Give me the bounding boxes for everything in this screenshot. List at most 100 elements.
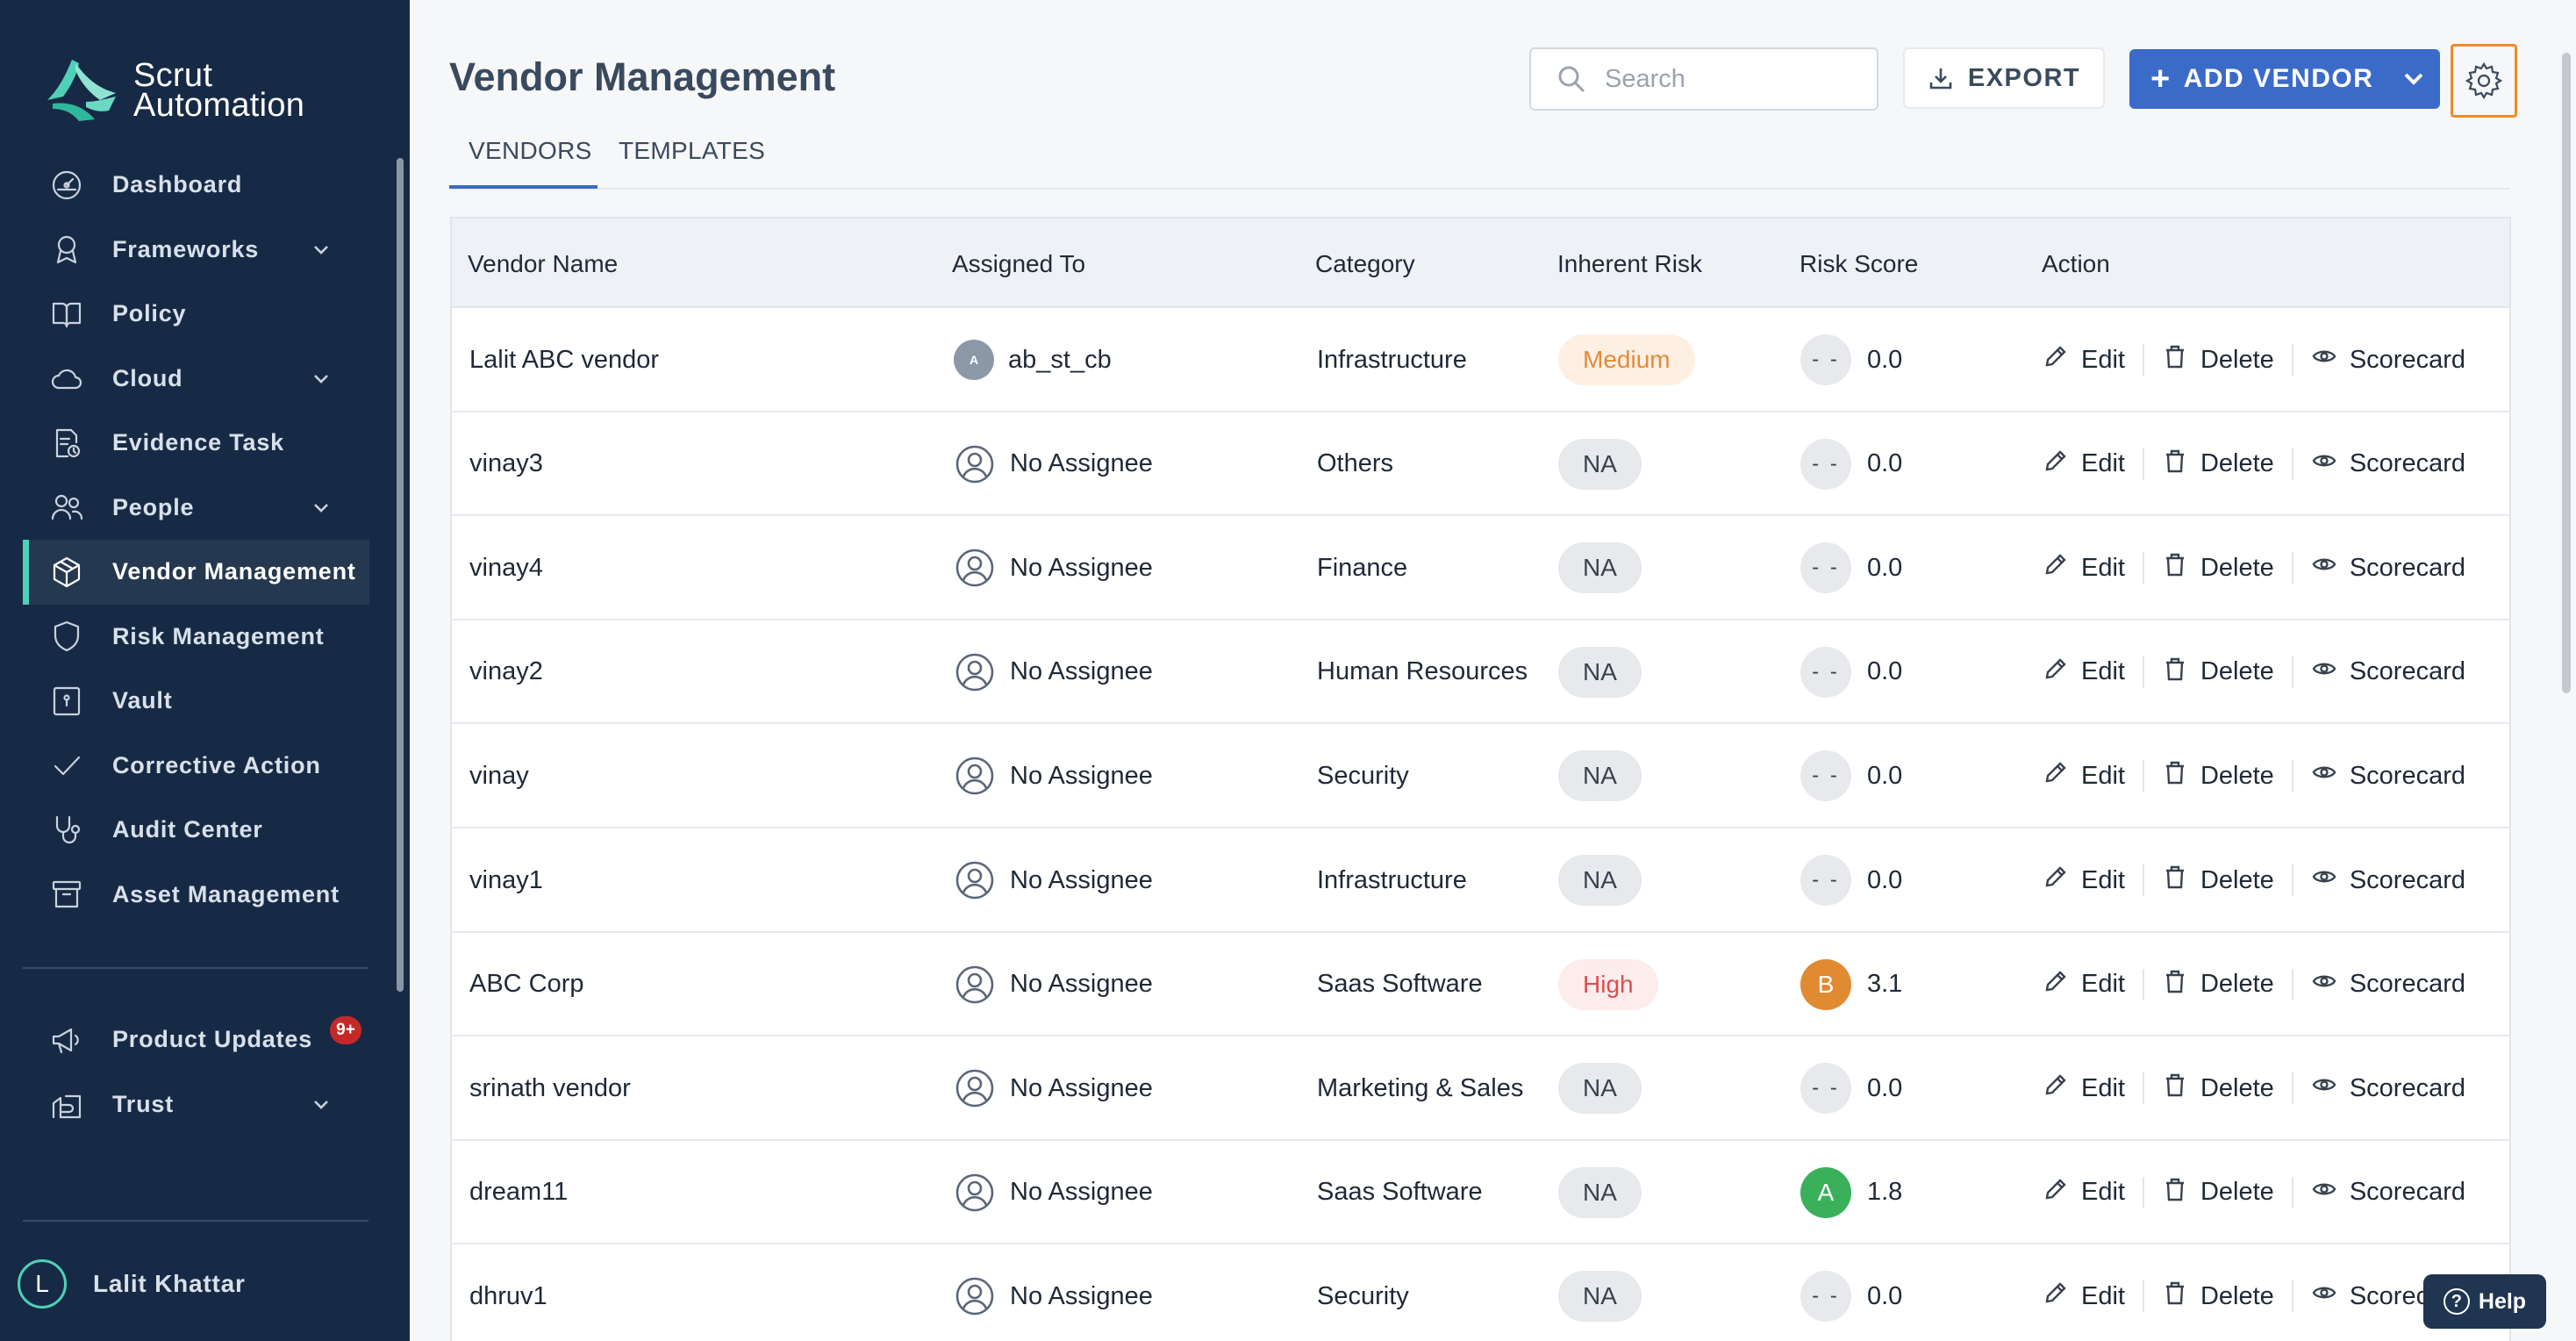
chevron-down-icon[interactable] <box>310 497 333 520</box>
assigned-to[interactable]: No Assignee <box>954 620 1153 724</box>
delete-button[interactable]: Delete <box>2162 1072 2274 1105</box>
delete-label: Delete <box>2200 553 2274 582</box>
edit-button[interactable]: Edit <box>2043 551 2125 584</box>
delete-button[interactable]: Delete <box>2162 656 2274 689</box>
add-vendor-button[interactable]: + ADD VENDOR <box>2129 49 2440 109</box>
vendor-name[interactable]: dhruv1 <box>469 1244 547 1341</box>
delete-button[interactable]: Delete <box>2162 1280 2274 1313</box>
scorecard-button[interactable]: Scorecard <box>2311 551 2465 584</box>
chevron-down-icon[interactable] <box>310 239 333 262</box>
sidebar-item-vendor-management[interactable]: Vendor Management <box>23 540 369 605</box>
edit-button[interactable]: Edit <box>2043 656 2125 689</box>
edit-button[interactable]: Edit <box>2043 448 2125 481</box>
sidebar-item-corrective-action[interactable]: Corrective Action <box>23 734 369 799</box>
column-vendor-name[interactable]: Vendor Name <box>468 250 618 278</box>
table-row[interactable]: ABC Corp No Assignee Saas Software High B 3.1… <box>452 933 2509 1037</box>
tab-vendors[interactable]: VENDORS <box>469 137 592 165</box>
sidebar-bottom-nav: Product Updates Trust <box>23 1008 369 1137</box>
sidebar-item-product-updates[interactable]: Product Updates <box>23 1008 369 1072</box>
page-scrollbar[interactable] <box>2562 53 2571 693</box>
brand-logo[interactable]: Scrut Automation <box>46 58 304 123</box>
scorecard-button[interactable]: Scorecard <box>2311 1072 2465 1105</box>
assigned-to[interactable]: No Assignee <box>954 516 1153 620</box>
table-row[interactable]: Lalit ABC vendor Aab_st_cb Infrastructure M… <box>452 308 2509 412</box>
delete-button[interactable]: Delete <box>2162 968 2274 1001</box>
sidebar-item-audit-center[interactable]: Audit Center <box>23 798 369 863</box>
scorecard-button[interactable]: Scorecard <box>2311 968 2465 1001</box>
assigned-to[interactable]: No Assignee <box>954 1141 1153 1244</box>
delete-button[interactable]: Delete <box>2162 551 2274 584</box>
table-row[interactable]: vinay4 No Assignee Finance NA - - 0.0 Edit Dele… <box>452 516 2509 620</box>
scorecard-button[interactable]: Scorecard <box>2311 1176 2465 1209</box>
settings-button[interactable] <box>2451 44 2517 118</box>
vendor-name[interactable]: vinay2 <box>469 620 543 724</box>
column-risk-score[interactable]: Risk Score <box>1800 250 1918 278</box>
scorecard-button[interactable]: Scorecard <box>2311 343 2465 376</box>
edit-button[interactable]: Edit <box>2043 1280 2125 1313</box>
edit-button[interactable]: Edit <box>2043 759 2125 792</box>
vendor-name[interactable]: vinay4 <box>469 516 543 620</box>
user-profile[interactable]: L Lalit Khattar <box>18 1259 246 1309</box>
export-button[interactable]: EXPORT <box>1903 47 2105 109</box>
assigned-to[interactable]: No Assignee <box>954 1036 1153 1140</box>
brand-name-line1: Scrut <box>133 57 213 94</box>
delete-button[interactable]: Delete <box>2162 1176 2274 1209</box>
edit-button[interactable]: Edit <box>2043 343 2125 376</box>
assigned-to[interactable]: No Assignee <box>954 1244 1153 1341</box>
edit-button[interactable]: Edit <box>2043 1072 2125 1105</box>
sidebar-item-risk-management[interactable]: Risk Management <box>23 605 369 670</box>
table-row[interactable]: dhruv1 No Assignee Security NA - - 0.0 Edit Del… <box>452 1244 2509 1341</box>
sidebar-item-trust[interactable]: Trust <box>23 1072 369 1137</box>
delete-button[interactable]: Delete <box>2162 759 2274 792</box>
edit-button[interactable]: Edit <box>2043 968 2125 1001</box>
sidebar-item-policy[interactable]: Policy <box>23 282 369 347</box>
sidebar-item-cloud[interactable]: Cloud <box>23 347 369 412</box>
scorecard-button[interactable]: Scorecard <box>2311 448 2465 481</box>
table-row[interactable]: dream11 No Assignee Saas Software NA A 1.8 Edi… <box>452 1141 2509 1245</box>
add-vendor-dropdown[interactable] <box>2387 49 2440 109</box>
chevron-down-icon[interactable] <box>310 1094 333 1116</box>
vendor-name[interactable]: vinay3 <box>469 412 543 516</box>
sidebar-item-vault[interactable]: Vault <box>23 669 369 734</box>
search-box[interactable] <box>1529 47 1878 111</box>
edit-button[interactable]: Edit <box>2043 864 2125 897</box>
delete-button[interactable]: Delete <box>2162 448 2274 481</box>
search-input[interactable] <box>1605 64 1868 94</box>
assigned-to[interactable]: No Assignee <box>954 724 1153 828</box>
tab-templates[interactable]: TEMPLATES <box>619 137 765 165</box>
risk-score: - - 0.0 <box>1800 1244 1902 1341</box>
column-inherent-risk[interactable]: Inherent Risk <box>1557 250 1702 278</box>
delete-button[interactable]: Delete <box>2162 864 2274 897</box>
table-row[interactable]: vinay1 No Assignee Infrastructure NA - - 0.0 E… <box>452 828 2509 933</box>
sidebar-item-frameworks[interactable]: Frameworks <box>23 218 369 283</box>
chevron-down-icon[interactable] <box>310 368 333 391</box>
scorecard-button[interactable]: Scorecard <box>2311 864 2465 897</box>
table-row[interactable]: vinay3 No Assignee Others NA - - 0.0 Edit Delet… <box>452 412 2509 517</box>
delete-button[interactable]: Delete <box>2162 343 2274 376</box>
sidebar-item-evidence-task[interactable]: Evidence Task <box>23 411 369 476</box>
vendor-name[interactable]: srinath vendor <box>469 1036 631 1140</box>
cube-icon <box>49 555 84 590</box>
scorecard-button[interactable]: Scorecard <box>2311 656 2465 689</box>
edit-button[interactable]: Edit <box>2043 1176 2125 1209</box>
column-category[interactable]: Category <box>1315 250 1415 278</box>
table-row[interactable]: srinath vendor No Assignee Marketing & Sal… <box>452 1036 2509 1141</box>
table-row[interactable]: vinay2 No Assignee Human Resources NA - - 0.0… <box>452 620 2509 725</box>
table-row[interactable]: vinay No Assignee Security NA - - 0.0 Edit Dele… <box>452 724 2509 828</box>
vendor-name[interactable]: vinay <box>469 724 529 828</box>
sidebar-scrollbar[interactable] <box>397 158 404 992</box>
sidebar-item-people[interactable]: People <box>23 476 369 541</box>
vendor-name[interactable]: ABC Corp <box>469 933 584 1036</box>
assigned-to[interactable]: Aab_st_cb <box>954 308 1112 412</box>
assigned-to[interactable]: No Assignee <box>954 933 1153 1036</box>
sidebar-item-asset-management[interactable]: Asset Management <box>23 863 369 928</box>
vendor-name[interactable]: dream11 <box>469 1141 568 1244</box>
vendor-name[interactable]: vinay1 <box>469 828 543 932</box>
scorecard-button[interactable]: Scorecard <box>2311 759 2465 792</box>
vendor-name[interactable]: Lalit ABC vendor <box>469 308 659 412</box>
column-assigned-to[interactable]: Assigned To <box>952 250 1085 278</box>
help-button[interactable]: ? Help <box>2423 1274 2546 1329</box>
sidebar-item-dashboard[interactable]: Dashboard <box>23 153 369 218</box>
assigned-to[interactable]: No Assignee <box>954 828 1153 932</box>
assigned-to[interactable]: No Assignee <box>954 412 1153 516</box>
